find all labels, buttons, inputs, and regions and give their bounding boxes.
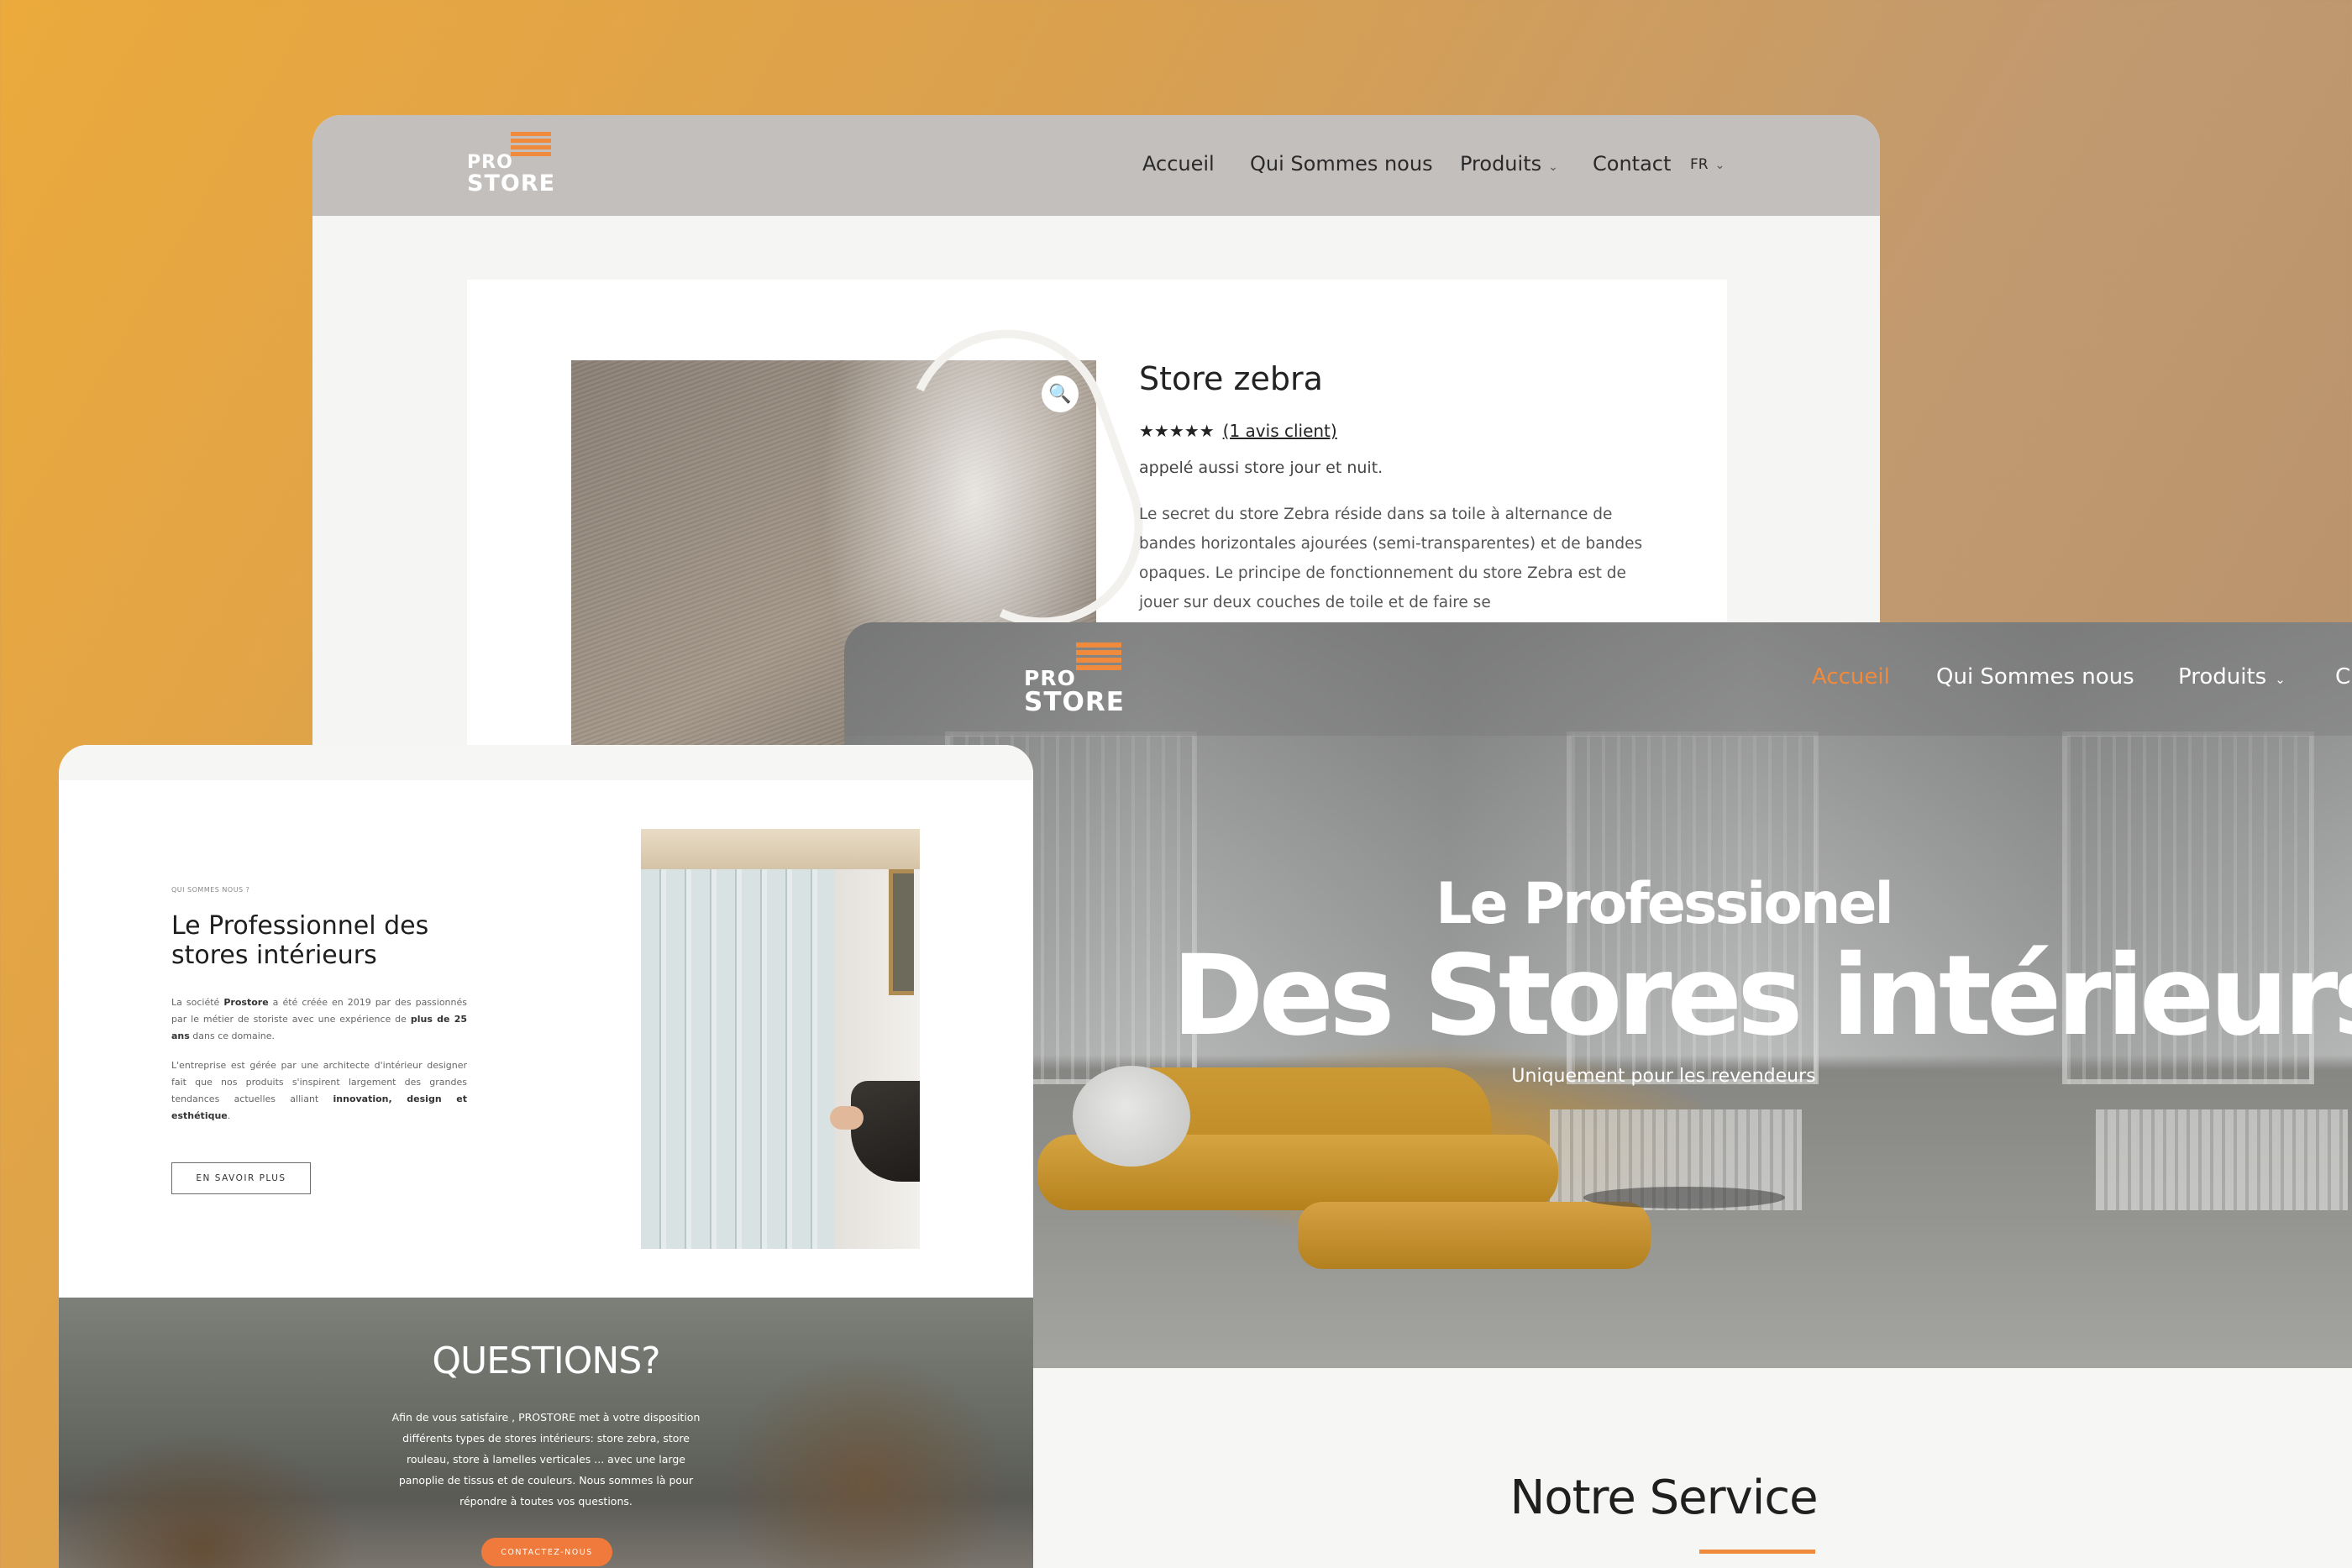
nav-products-label: Produits bbox=[2178, 664, 2267, 690]
chevron-down-icon: ⌄ bbox=[1548, 160, 1558, 174]
questions-title: QUESTIONS? bbox=[432, 1340, 660, 1382]
site-header: PRO STORE Accueil Qui Sommes nous Produi… bbox=[844, 622, 2352, 736]
text-span: . bbox=[227, 1110, 231, 1121]
about-page-window: QUI SOMMES NOUS ? Le Professionnel des s… bbox=[59, 745, 1033, 1568]
chevron-down-icon: ⌄ bbox=[2275, 672, 2286, 687]
about-paragraph-1: La société Prostore a été créée en 2019 … bbox=[171, 994, 467, 1045]
nav-products[interactable]: Produits ⌄ bbox=[1460, 152, 1558, 176]
nav-home[interactable]: Accueil bbox=[1812, 664, 1890, 690]
hand-graphic bbox=[830, 1106, 864, 1130]
section-divider bbox=[1699, 1550, 1815, 1554]
contact-button[interactable]: CONTACTEZ-NOUS bbox=[481, 1538, 612, 1566]
window-top-bar bbox=[59, 745, 1033, 780]
site-header: PRO STORE Accueil Qui Sommes nous Produi… bbox=[312, 115, 1880, 216]
questions-banner: QUESTIONS? Afin de vous satisfaire , PRO… bbox=[59, 1298, 1033, 1568]
star-rating-icon: ★★★★★ bbox=[1139, 421, 1215, 441]
chevron-down-icon: ⌄ bbox=[1714, 159, 1725, 172]
text-span: dans ce domaine. bbox=[189, 1030, 276, 1041]
learn-more-button[interactable]: EN SAVOIR PLUS bbox=[171, 1162, 311, 1194]
blind-slats-graphic bbox=[641, 869, 834, 1249]
nav-products[interactable]: Produits ⌄ bbox=[2178, 664, 2286, 690]
prostore-logo[interactable]: PRO STORE bbox=[1024, 641, 1125, 716]
product-title: Store zebra bbox=[1139, 360, 1323, 397]
nav-products-label: Produits bbox=[1460, 152, 1542, 176]
nav-about[interactable]: Qui Sommes nous bbox=[1936, 664, 2134, 690]
nav-contact[interactable]: C bbox=[2335, 664, 2350, 690]
product-rating: ★★★★★ (1 avis client) bbox=[1139, 421, 1337, 441]
language-selector[interactable]: FR ⌄ bbox=[1690, 156, 1725, 173]
picture-frame-graphic bbox=[889, 869, 914, 995]
section-eyebrow: QUI SOMMES NOUS ? bbox=[171, 886, 250, 894]
logo-text-pro: PRO bbox=[467, 152, 513, 173]
about-heading: Le Professionnel des stores intérieurs bbox=[171, 911, 429, 970]
about-paragraph-2: L'entreprise est gérée par une architect… bbox=[171, 1057, 467, 1125]
blind-valance-graphic bbox=[641, 829, 920, 869]
vertical-blinds-photo bbox=[641, 829, 920, 1249]
hero-subtitle: Uniquement pour les revendeurs bbox=[1511, 1066, 1816, 1087]
hero-kicker: Le Professionel bbox=[1436, 871, 1894, 937]
hero-title: Des Stores intérieurs bbox=[1172, 931, 2352, 1061]
review-link[interactable]: (1 avis client) bbox=[1223, 421, 1337, 441]
text-span: La société bbox=[171, 997, 224, 1008]
logo-text-store: STORE bbox=[1024, 687, 1125, 717]
nav-contact[interactable]: Contact bbox=[1593, 152, 1671, 176]
product-description: Le secret du store Zebra réside dans sa … bbox=[1139, 506, 1643, 611]
prostore-logo[interactable]: PRO STORE bbox=[467, 130, 554, 197]
nav-home[interactable]: Accueil bbox=[1142, 152, 1215, 176]
text-bold: Prostore bbox=[223, 997, 269, 1008]
section-title: Notre Service bbox=[1509, 1471, 1818, 1525]
logo-stripes-icon bbox=[511, 132, 551, 159]
zoom-icon[interactable]: 🔍 bbox=[1042, 375, 1079, 412]
questions-text: Afin de vous satisfaire , PROSTORE met à… bbox=[391, 1411, 701, 1508]
blind-roll-graphic bbox=[878, 301, 1172, 655]
logo-stripes-icon bbox=[1076, 642, 1121, 673]
language-label: FR bbox=[1690, 156, 1709, 173]
logo-text-pro: PRO bbox=[1024, 666, 1076, 690]
product-subtitle: appelé aussi store jour et nuit. bbox=[1139, 459, 1383, 477]
nav-about[interactable]: Qui Sommes nous bbox=[1250, 152, 1433, 176]
logo-text-store: STORE bbox=[467, 170, 556, 197]
home-page-window: PRO STORE Accueil Qui Sommes nous Produi… bbox=[844, 622, 2352, 1568]
